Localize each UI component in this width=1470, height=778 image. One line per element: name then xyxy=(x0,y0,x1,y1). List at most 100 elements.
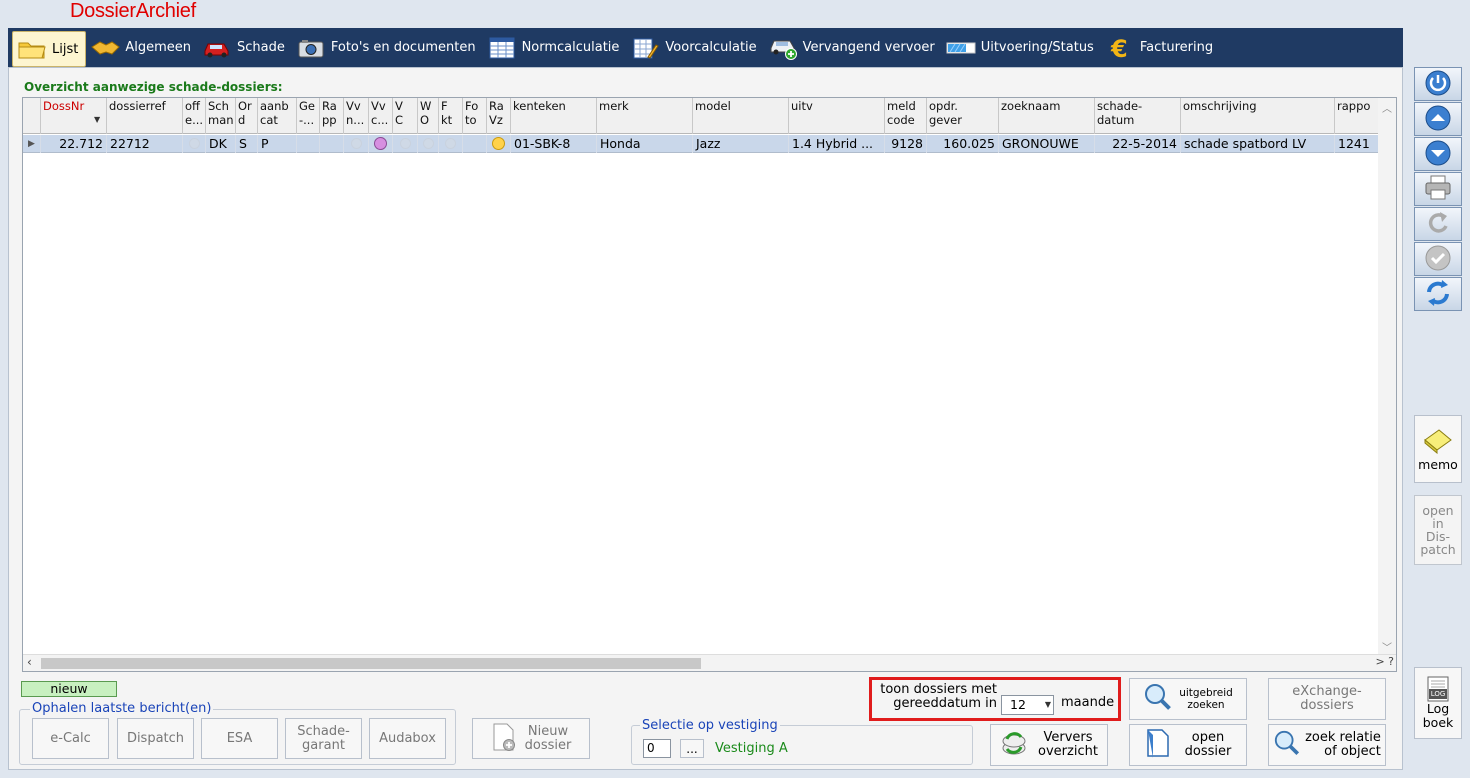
tab-label: Schade xyxy=(237,40,285,55)
tab-label: Normcalculatie xyxy=(521,40,620,55)
col-header-opdrgever[interactable]: opdr. gever xyxy=(927,98,999,134)
scroll-left-icon[interactable]: ‹ xyxy=(27,655,32,669)
vertical-scrollbar[interactable]: ︿ ﹀ xyxy=(1378,98,1396,656)
col-header-model[interactable]: model xyxy=(693,98,789,134)
col-header-merk[interactable]: merk xyxy=(597,98,693,134)
horizontal-scrollbar[interactable]: ‹ > ? xyxy=(23,654,1396,671)
arrow-down-icon xyxy=(1424,139,1452,170)
uitgebreid-zoeken-label: uitgebreid zoeken xyxy=(1179,687,1233,711)
col-header-wo[interactable]: W O xyxy=(418,98,439,134)
zoek-relatie-button[interactable]: zoek relatie of object xyxy=(1268,724,1386,766)
undo-button[interactable] xyxy=(1414,207,1462,241)
calculator-pencil-icon xyxy=(630,36,660,60)
uitgebreid-zoeken-button[interactable]: uitgebreid zoeken xyxy=(1129,678,1247,720)
scroll-up-icon[interactable]: ︿ xyxy=(1382,100,1392,115)
dossier-grid[interactable]: DossNr ▼ dossierref off e... Sch man Or … xyxy=(22,97,1397,672)
nieuw-dossier-label: Nieuw dossier xyxy=(524,723,572,753)
tab-voorcalculatie[interactable]: Voorcalculatie xyxy=(626,31,763,64)
euro-icon: € xyxy=(1105,35,1135,61)
status-dot-fkt xyxy=(439,135,463,153)
esa-button[interactable]: ESA xyxy=(201,718,278,759)
maanden-select[interactable]: 12 ▼ xyxy=(1001,695,1054,715)
app-title: DossierArchief xyxy=(70,0,196,22)
ververs-overzicht-label: Ververs overzicht xyxy=(1038,730,1098,759)
col-header-zoeknaam[interactable]: zoeknaam xyxy=(999,98,1095,134)
chevron-down-icon[interactable]: ▼ xyxy=(1045,696,1051,714)
memo-button[interactable]: memo xyxy=(1414,415,1462,483)
tab-normcalculatie[interactable]: Normcalculatie xyxy=(483,31,627,64)
printer-icon xyxy=(1423,174,1453,205)
vestiging-input[interactable]: 0 xyxy=(643,739,671,758)
status-dot-wo xyxy=(418,135,439,153)
svg-text:€: € xyxy=(1110,35,1128,61)
log-book-icon: LOG xyxy=(1426,676,1450,702)
schadegarant-button[interactable]: Schade- garant xyxy=(285,718,362,759)
toon-dossiers-box: toon dossiers met gereeddatum in 12 ▼ ma… xyxy=(869,677,1121,721)
nieuw-badge: nieuw xyxy=(21,681,117,697)
car-add-icon xyxy=(768,36,798,60)
col-header-foto[interactable]: Fo to xyxy=(463,98,487,134)
col-header-vvc[interactable]: Vv c... xyxy=(369,98,393,134)
exchange-dossiers-button[interactable]: eXchange- dossiers xyxy=(1268,678,1386,720)
move-down-button[interactable] xyxy=(1414,137,1462,171)
logboek-button[interactable]: LOG Log boek xyxy=(1414,667,1462,739)
ververs-overzicht-button[interactable]: Ververs overzicht xyxy=(990,724,1108,766)
open-in-dispatch-button[interactable]: open in Dis- patch xyxy=(1414,495,1462,565)
scrollbar-thumb[interactable] xyxy=(41,658,701,669)
col-header-ravz[interactable]: Ra Vz xyxy=(487,98,511,134)
col-header-schman[interactable]: Sch man xyxy=(206,98,236,134)
audabox-button[interactable]: Audabox xyxy=(369,718,446,759)
sync-icon xyxy=(1423,278,1453,311)
open-dossier-label: open dossier xyxy=(1184,730,1232,759)
search-icon xyxy=(1143,682,1173,716)
scroll-right-label[interactable]: > ? xyxy=(1375,655,1394,668)
memo-label: memo xyxy=(1418,457,1458,472)
tab-schade[interactable]: Schade xyxy=(198,31,292,64)
col-header-meldcode[interactable]: meld code xyxy=(885,98,927,134)
dispatch-button[interactable]: Dispatch xyxy=(117,718,194,759)
cell-rapp xyxy=(320,135,344,153)
sort-descending-icon: ▼ xyxy=(94,115,101,124)
col-header-ge[interactable]: Ge -... xyxy=(297,98,320,134)
vestiging-name: Vestiging A xyxy=(715,741,788,756)
col-header-vc[interactable]: V C xyxy=(393,98,418,134)
confirm-button[interactable] xyxy=(1414,242,1462,276)
col-header-uitv[interactable]: uitv xyxy=(789,98,885,134)
col-header-schadedatum[interactable]: schade- datum xyxy=(1095,98,1181,134)
move-up-button[interactable] xyxy=(1414,102,1462,136)
vestiging-lookup-button[interactable]: ... xyxy=(680,739,704,758)
cell-uitv: 1.4 Hybrid ... xyxy=(789,135,885,153)
tab-fotos-documenten[interactable]: Foto's en documenten xyxy=(292,31,483,64)
camera-icon xyxy=(296,36,326,60)
power-button[interactable] xyxy=(1414,67,1462,101)
sync-button[interactable] xyxy=(1414,277,1462,311)
maanden-unit: maande xyxy=(1061,695,1115,710)
cell-aanbcat: P xyxy=(258,135,297,153)
cell-meldcode: 9128 xyxy=(885,135,927,153)
scroll-down-icon[interactable]: ﹀ xyxy=(1382,639,1392,654)
col-header-omschrijving[interactable]: omschrijving xyxy=(1181,98,1335,134)
col-header-vvn[interactable]: Vv n... xyxy=(344,98,369,134)
tab-lijst[interactable]: Lijst xyxy=(12,31,87,67)
tab-algemeen[interactable]: Algemeen xyxy=(86,31,198,64)
col-header-rapp[interactable]: Ra pp xyxy=(320,98,344,134)
tab-facturering[interactable]: € Facturering xyxy=(1101,31,1220,64)
col-header-rappo[interactable]: rappo xyxy=(1335,98,1379,134)
open-dossier-button[interactable]: open dossier xyxy=(1129,724,1247,766)
tab-vervangend-vervoer[interactable]: Vervangend vervoer xyxy=(764,31,942,64)
col-header-offe[interactable]: off e... xyxy=(183,98,206,134)
log-badge: LOG xyxy=(1429,689,1447,699)
tab-uitvoering-status[interactable]: Uitvoering/Status xyxy=(942,31,1101,64)
row-selector-icon: ▶ xyxy=(23,135,41,153)
col-header-dossierref[interactable]: dossierref xyxy=(107,98,183,134)
nieuw-dossier-button[interactable]: Nieuw dossier xyxy=(472,718,590,759)
ecalc-button[interactable]: e-Calc xyxy=(32,718,109,759)
col-header-fkt[interactable]: F kt xyxy=(439,98,463,134)
print-button[interactable] xyxy=(1414,172,1462,206)
table-row[interactable]: ▶ 22.712 22712 DK S P 01-SBK-8 Honda Jaz… xyxy=(23,135,1379,153)
status-dot-off xyxy=(183,135,206,153)
col-header-kenteken[interactable]: kenteken xyxy=(511,98,597,134)
cell-rappo: 1241 xyxy=(1335,135,1379,153)
col-header-aanbcat[interactable]: aanb cat xyxy=(258,98,297,134)
col-header-ord[interactable]: Or d xyxy=(236,98,258,134)
